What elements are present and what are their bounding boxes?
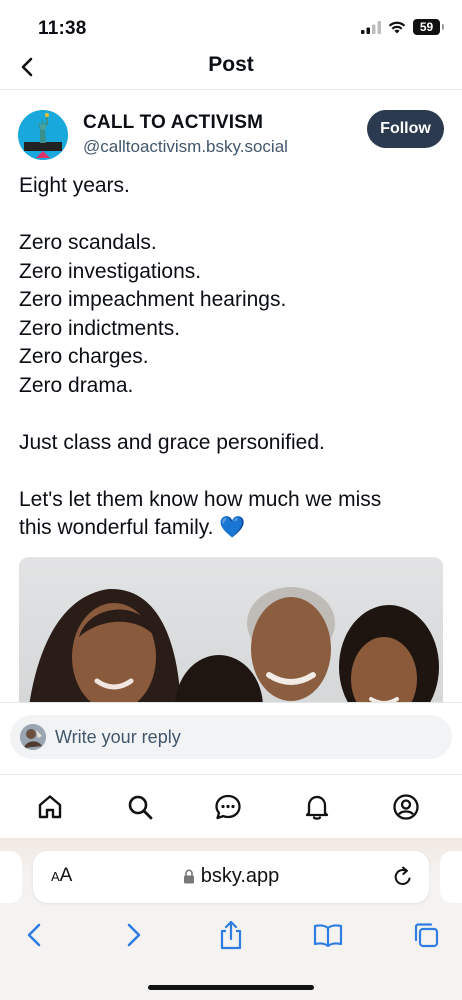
post-text: Eight years. Zero scandals. Zero investi… xyxy=(19,172,439,543)
tab-chat[interactable] xyxy=(212,791,244,823)
tabs-button[interactable] xyxy=(409,918,443,952)
page-title: Post xyxy=(208,53,254,76)
share-icon xyxy=(220,920,242,950)
reply-input[interactable]: Write your reply xyxy=(10,715,452,759)
status-bar: 11:38 59 xyxy=(0,0,462,48)
post-text-blank-line xyxy=(19,457,439,486)
bell-icon xyxy=(305,795,329,820)
post-text-line: Zero drama. xyxy=(19,373,134,397)
post-text-line: Zero scandals. xyxy=(19,231,157,254)
back-arrow-icon xyxy=(27,923,41,947)
browser-back-button[interactable] xyxy=(17,918,51,952)
bookmarks-icon xyxy=(313,924,343,947)
home-indicator[interactable] xyxy=(148,985,314,990)
post-text-line: Zero impeachment hearings. xyxy=(19,288,287,311)
tab-profile[interactable] xyxy=(390,791,422,823)
post-text-line: Zero investigations. xyxy=(19,259,202,283)
follow-button[interactable]: Follow xyxy=(367,110,444,148)
reply-placeholder: Write your reply xyxy=(55,727,181,747)
post-author-row: CALL TO ACTIVISM @calltoactivism.bsky.so… xyxy=(18,108,444,164)
post-text-line: this wonderful family. 💙 xyxy=(19,516,246,539)
user-avatar xyxy=(20,724,46,750)
browser-forward-button[interactable] xyxy=(117,918,151,952)
user-avatar-image xyxy=(20,724,46,750)
post-text-line: Zero charges. xyxy=(19,345,149,368)
post-text-line: Let's let them know how much we miss xyxy=(19,487,382,511)
post-text-line: Just class and grace personified. xyxy=(19,430,325,454)
post-header: Post xyxy=(0,48,462,90)
app-tab-bar xyxy=(0,774,462,838)
tabs-icon xyxy=(414,923,439,948)
share-button[interactable] xyxy=(214,918,248,952)
home-icon xyxy=(38,795,62,819)
tab-search[interactable] xyxy=(124,791,156,823)
lock-icon xyxy=(183,869,194,884)
post-text-blank-line xyxy=(19,400,439,429)
post-text-line: Zero indictments. xyxy=(19,316,181,340)
status-icons: 59 xyxy=(361,19,444,35)
wifi-icon xyxy=(388,21,406,33)
previous-tab-preview[interactable] xyxy=(0,851,22,903)
chat-icon xyxy=(215,794,241,820)
battery-indicator: 59 xyxy=(413,19,444,35)
post-text-line: Eight years. xyxy=(19,174,130,197)
author-avatar[interactable] xyxy=(18,110,68,160)
tab-notifications[interactable] xyxy=(301,791,333,823)
author-handle[interactable]: @calltoactivism.bsky.social xyxy=(83,137,288,157)
forward-arrow-icon xyxy=(127,923,141,947)
url-display[interactable]: bsky.app xyxy=(33,865,429,888)
next-tab-preview[interactable] xyxy=(440,851,462,903)
reload-icon xyxy=(394,866,411,885)
cellular-signal-icon xyxy=(361,20,381,34)
reply-area: Write your reply xyxy=(0,702,462,774)
status-time: 11:38 xyxy=(38,18,87,39)
tab-home[interactable] xyxy=(34,791,66,823)
address-bar[interactable]: AA bsky.app xyxy=(33,851,429,903)
bookmarks-button[interactable] xyxy=(311,918,345,952)
battery-level: 59 xyxy=(419,20,434,34)
author-display-name[interactable]: CALL TO ACTIVISM xyxy=(83,112,263,134)
profile-icon xyxy=(393,794,419,820)
url-text: bsky.app xyxy=(200,865,280,887)
post-text-blank-line xyxy=(19,201,439,230)
browser-chrome: AA bsky.app xyxy=(0,838,462,1000)
statue-of-liberty-logo-icon xyxy=(18,110,68,160)
search-icon xyxy=(128,795,153,820)
reload-button[interactable] xyxy=(391,864,415,890)
